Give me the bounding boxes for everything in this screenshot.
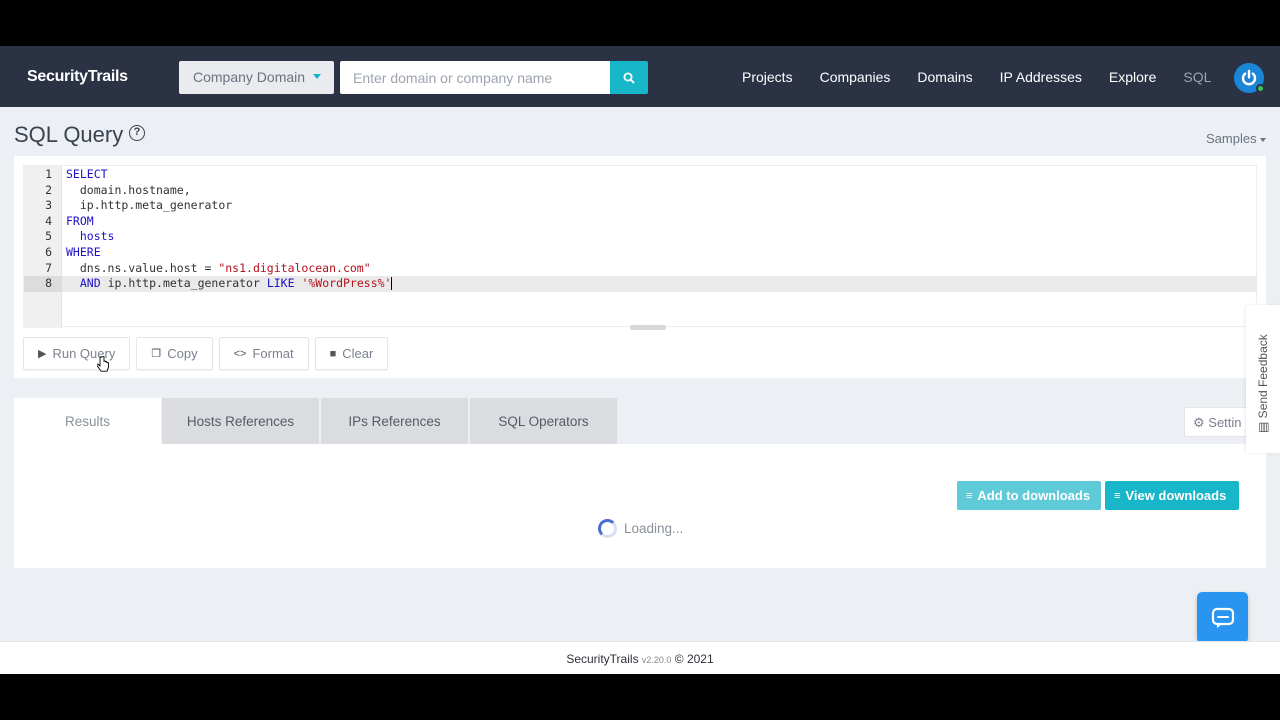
nav-link-sql[interactable]: SQL — [1183, 69, 1211, 85]
code-line[interactable]: ip.http.meta_generator — [66, 198, 232, 214]
help-icon[interactable]: ? — [129, 125, 145, 141]
copy-label: Copy — [167, 346, 198, 361]
main-content: SQL Query ? Samples 12345678 SELECT doma… — [0, 107, 1280, 643]
spinner-icon — [598, 519, 617, 538]
view-downloads-button[interactable]: ≡ View downloads — [1105, 481, 1239, 510]
code-token: WHERE — [66, 245, 101, 259]
chevron-down-icon — [313, 74, 321, 79]
nav-link-companies[interactable]: Companies — [820, 69, 891, 85]
tab-hosts-references[interactable]: Hosts References — [162, 398, 319, 444]
format-label: Format — [252, 346, 294, 361]
copy-button[interactable]: ❐ Copy — [136, 337, 213, 370]
trash-icon: ■ — [329, 347, 337, 360]
line-number: 7 — [45, 260, 52, 275]
search-input[interactable] — [340, 61, 610, 94]
hand-cursor-icon — [97, 356, 109, 372]
feedback-icon: ▤ — [1256, 421, 1270, 433]
tab-sql-operators[interactable]: SQL Operators — [470, 398, 617, 444]
loading-text: Loading... — [624, 521, 684, 536]
gear-icon: ⚙ — [1193, 415, 1205, 430]
list-add-icon: ≡ — [966, 489, 973, 502]
line-number: 3 — [45, 198, 52, 213]
code-token: FROM — [66, 213, 94, 228]
top-navbar: SecurityTrails Company Domain Projects C… — [0, 46, 1280, 107]
clear-label: Clear — [342, 346, 374, 361]
nav-link-projects[interactable]: Projects — [742, 69, 793, 85]
clear-button[interactable]: ■ Clear — [314, 337, 389, 370]
line-number: 1 — [45, 167, 52, 181]
code-line[interactable]: FROM — [66, 214, 94, 230]
results-panel: Results Hosts References IPs References … — [14, 398, 1266, 568]
code-line[interactable]: AND ip.http.meta_generator LIKE '%WordPr… — [62, 276, 1257, 292]
tab-ips-references[interactable]: IPs References — [321, 398, 468, 444]
search-type-select[interactable]: Company Domain — [179, 61, 334, 94]
add-to-downloads-button[interactable]: ≡ Add to downloads — [957, 481, 1101, 510]
line-number: 4 — [45, 213, 52, 228]
power-icon — [1241, 69, 1257, 86]
loading-indicator: Loading... — [598, 519, 683, 538]
code-token: AND — [79, 276, 101, 291]
tab-results[interactable]: Results — [14, 398, 161, 444]
search-type-value: Company Domain — [193, 69, 306, 85]
code-token: ip.http.meta_generator — [66, 198, 233, 213]
code-line[interactable]: SELECT — [66, 167, 108, 183]
format-button[interactable]: <> Format — [218, 337, 309, 370]
code-token: LIKE — [266, 276, 295, 291]
line-number: 6 — [45, 245, 52, 259]
brand-logo[interactable]: SecurityTrails — [27, 68, 128, 86]
text-cursor — [391, 277, 393, 291]
line-number: 8 — [45, 276, 52, 291]
footer-copyright: © 2021 — [674, 652, 714, 666]
caret-down-icon — [1259, 137, 1266, 142]
query-editor-card: 12345678 SELECT domain.hostname, ip.http… — [14, 156, 1266, 378]
code-line[interactable]: dns.ns.value.host = "ns1.digitalocean.co… — [66, 261, 371, 277]
nav-link-explore[interactable]: Explore — [1109, 69, 1156, 85]
line-number: 5 — [45, 229, 52, 244]
letterbox-bottom — [0, 674, 1280, 720]
editor-toolbar: ▶ Run Query ❐ Copy <> Format ■ Clear — [23, 337, 394, 370]
footer-brand: SecurityTrails — [566, 652, 639, 666]
nav-link-ip-addresses[interactable]: IP Addresses — [1000, 69, 1082, 85]
search-icon — [623, 72, 635, 84]
search-button[interactable] — [610, 61, 648, 94]
samples-label: Samples — [1206, 131, 1257, 146]
send-feedback-tab[interactable]: ▤ Send Feedback — [1246, 305, 1280, 453]
avatar[interactable] — [1234, 63, 1265, 93]
code-token: ip.http.meta_generator — [100, 276, 267, 291]
editor-resize-handle[interactable] — [630, 325, 666, 330]
chat-icon — [1211, 607, 1234, 628]
sql-code-editor[interactable]: 12345678 SELECT domain.hostname, ip.http… — [23, 165, 1257, 330]
copy-icon: ❐ — [151, 348, 162, 360]
code-line[interactable]: WHERE — [66, 245, 101, 261]
code-token: '%WordPress%' — [301, 276, 392, 291]
page-title: SQL Query — [14, 122, 124, 147]
feedback-label: Send Feedback — [1256, 334, 1270, 419]
code-token: dns.ns.value.host = — [66, 260, 219, 275]
footer: SecurityTrails v2.20.0 © 2021 — [0, 641, 1280, 674]
code-icon: <> — [233, 347, 247, 360]
run-query-button[interactable]: ▶ Run Query — [23, 337, 131, 370]
settings-label: Settin — [1208, 415, 1242, 430]
code-line[interactable]: domain.hostname, — [66, 183, 191, 199]
play-icon: ▶ — [38, 348, 47, 360]
view-downloads-label: View downloads — [1125, 488, 1227, 503]
letterbox-top — [0, 0, 1280, 46]
chat-widget-button[interactable] — [1197, 592, 1248, 643]
code-token: SELECT — [66, 167, 108, 181]
feedback-text: ▤ Send Feedback — [1256, 334, 1270, 433]
nav-links: Projects Companies Domains IP Addresses … — [728, 46, 1224, 107]
code-token: "ns1.digitalocean.com" — [218, 260, 371, 275]
samples-dropdown[interactable]: Samples — [1206, 131, 1266, 146]
code-line[interactable]: hosts — [66, 229, 115, 245]
nav-link-domains[interactable]: Domains — [917, 69, 972, 85]
add-to-downloads-label: Add to downloads — [977, 488, 1091, 503]
code-token: domain.hostname, — [66, 182, 191, 197]
footer-version: v2.20.0 — [641, 655, 672, 665]
line-number: 2 — [45, 182, 52, 197]
code-token: hosts — [66, 229, 115, 244]
list-icon: ≡ — [1114, 489, 1121, 502]
online-status-dot — [1256, 84, 1265, 93]
